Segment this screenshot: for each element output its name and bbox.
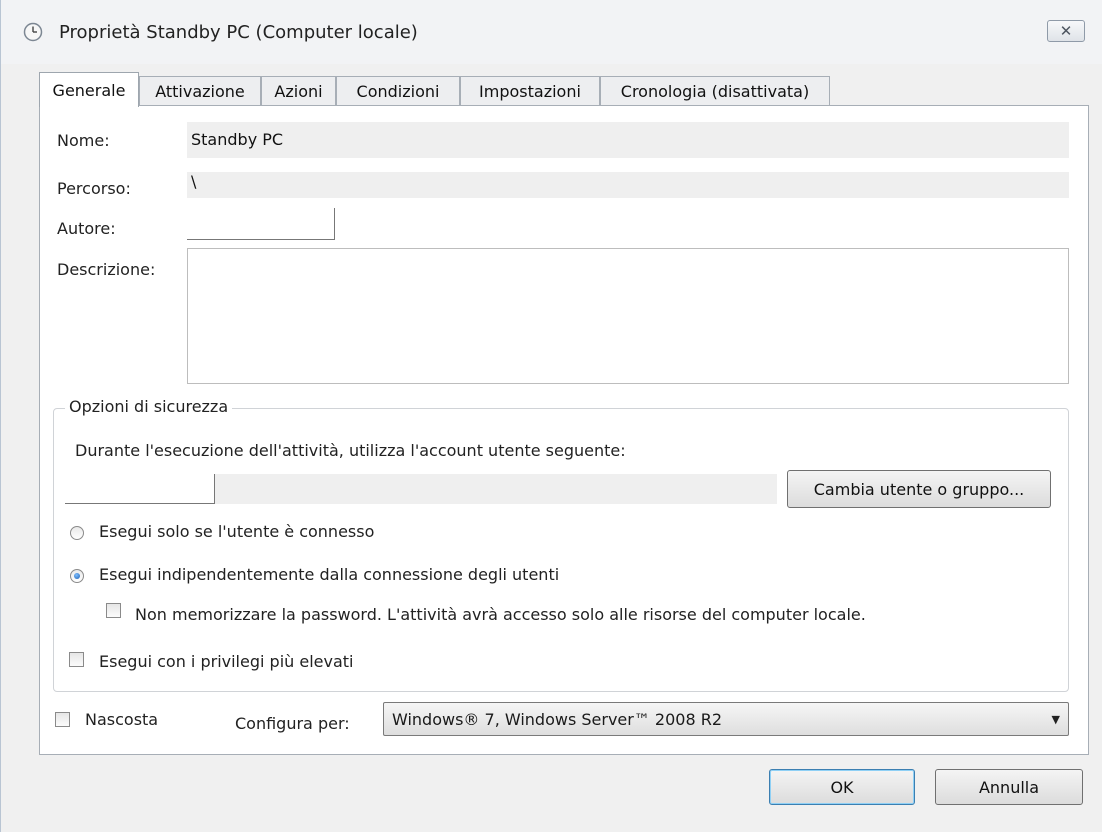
title-bar: Proprietà Standby PC (Computer locale) ✕	[1, 0, 1102, 64]
do-not-store-password-checkbox[interactable]	[106, 603, 121, 618]
highest-privileges-checkbox[interactable]	[69, 652, 84, 667]
user-account-field	[65, 474, 215, 504]
name-label: Nome:	[57, 131, 110, 150]
run-whether-logged-on-label[interactable]: Esegui indipendentemente dalla connessio…	[99, 565, 559, 584]
hidden-label[interactable]: Nascosta	[85, 710, 158, 729]
change-user-button[interactable]: Cambia utente o gruppo...	[787, 470, 1051, 508]
hidden-checkbox[interactable]	[55, 712, 70, 727]
close-button[interactable]: ✕	[1047, 20, 1085, 42]
tab-azioni[interactable]: Azioni	[261, 76, 336, 106]
highest-privileges-label[interactable]: Esegui con i privilegi più elevati	[99, 652, 353, 671]
do-not-store-password-label[interactable]: Non memorizzare la password. L'attività …	[135, 605, 866, 624]
description-label: Descrizione:	[57, 260, 156, 279]
ok-button[interactable]: OK	[769, 769, 915, 805]
configure-for-label: Configura per:	[235, 714, 350, 733]
window-title: Proprietà Standby PC (Computer locale)	[59, 22, 418, 43]
configure-for-value: Windows® 7, Windows Server™ 2008 R2	[392, 709, 723, 729]
path-field: \	[187, 172, 1069, 198]
run-only-logged-on-label[interactable]: Esegui solo se l'utente è connesso	[99, 522, 374, 541]
chevron-down-icon: ▼	[1051, 713, 1060, 726]
task-properties-dialog: Proprietà Standby PC (Computer locale) ✕…	[0, 0, 1102, 832]
tab-cronologia[interactable]: Cronologia (disattivata)	[600, 76, 830, 106]
user-account-field-bg	[215, 474, 777, 504]
author-field[interactable]	[187, 208, 335, 240]
cancel-button[interactable]: Annulla	[935, 769, 1083, 805]
description-textarea[interactable]	[187, 248, 1069, 384]
clock-icon	[23, 22, 43, 42]
path-label: Percorso:	[57, 179, 131, 198]
tab-condizioni[interactable]: Condizioni	[336, 76, 460, 106]
tab-generale[interactable]: Generale	[39, 72, 139, 107]
tab-impostazioni[interactable]: Impostazioni	[460, 76, 600, 106]
name-field[interactable]: Standby PC	[187, 122, 1069, 158]
run-only-logged-on-radio[interactable]	[70, 526, 84, 540]
configure-for-select[interactable]: Windows® 7, Windows Server™ 2008 R2 ▼	[383, 702, 1069, 736]
account-prompt: Durante l'esecuzione dell'attività, util…	[75, 441, 626, 460]
author-label: Autore:	[57, 219, 116, 238]
tab-attivazione[interactable]: Attivazione	[139, 76, 261, 106]
run-whether-logged-on-radio[interactable]	[70, 569, 84, 583]
security-options-title: Opzioni di sicurezza	[65, 397, 233, 416]
close-icon: ✕	[1059, 21, 1073, 40]
